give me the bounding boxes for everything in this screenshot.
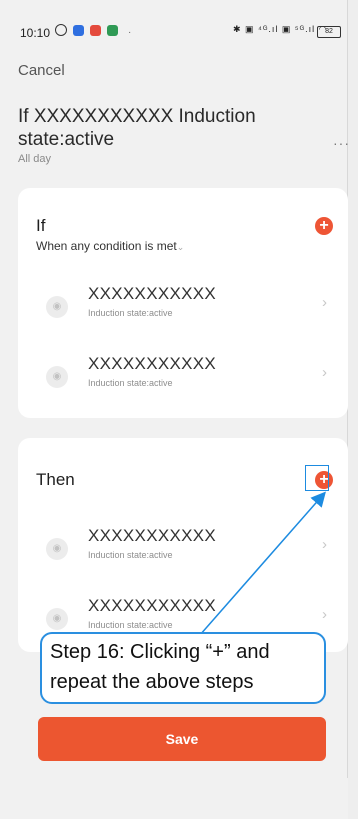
save-button[interactable]: Save <box>38 717 326 761</box>
annotation-text-line2: repeat the above steps <box>50 671 254 693</box>
annotation-text-line1: Step 16: Clicking “+” and <box>50 641 270 663</box>
annotation-callout: Step 16: Clicking “+” and repeat the abo… <box>40 632 326 704</box>
bottom-area <box>18 778 348 819</box>
phone-screen: 10:10 · ✱ ▣ ⁴ᴳ.ıl ▣ ⁵ᴳ.ıl ◠ 82 Cancel If… <box>0 0 349 819</box>
